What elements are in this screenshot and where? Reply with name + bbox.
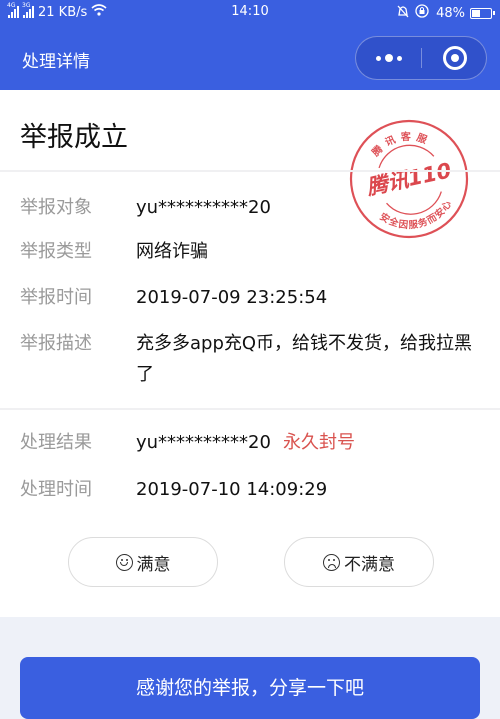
process-time-value: 2019-07-10 14:09:29 bbox=[136, 479, 328, 500]
satisfied-button[interactable]: 满意 bbox=[68, 537, 218, 587]
more-dot-icon bbox=[384, 54, 393, 62]
battery-fill bbox=[472, 9, 481, 17]
more-button[interactable] bbox=[356, 37, 421, 79]
page-title: 举报成立 bbox=[20, 122, 128, 153]
ban-status-badge: 永久封号 bbox=[282, 432, 355, 453]
report-description-row: 举报描述 充多多app充Q币，给钱不发货，给我拉黑了 bbox=[20, 328, 481, 390]
report-type-row: 举报类型 网络诈骗 bbox=[20, 236, 481, 267]
detail-card: 举报成立 腾讯客服 腾讯110 安全因服务而安心 举报对象 yu********… bbox=[0, 90, 500, 617]
result-value-wrap: yu**********20 永久封号 bbox=[136, 427, 481, 458]
report-description-value: 充多多app充Q币，给钱不发货，给我拉黑了 bbox=[136, 333, 473, 385]
divider bbox=[0, 170, 500, 172]
nav-title: 处理详情 bbox=[22, 52, 90, 72]
rotation-lock-icon bbox=[415, 4, 431, 22]
share-button[interactable]: 感谢您的举报，分享一下吧 bbox=[20, 657, 480, 719]
status-right: 48% bbox=[396, 4, 495, 22]
satisfied-label: 满意 bbox=[136, 554, 171, 575]
process-time-row: 处理时间 2019-07-10 14:09:29 bbox=[20, 474, 481, 505]
close-miniprogram-icon[interactable] bbox=[443, 46, 467, 70]
battery-icon bbox=[470, 7, 495, 19]
nav-bar: 处理详情 bbox=[0, 25, 500, 90]
report-time-value: 2019-07-09 23:25:54 bbox=[136, 287, 328, 308]
battery-percent: 48% bbox=[436, 5, 465, 21]
report-time-label: 举报时间 bbox=[20, 287, 92, 308]
report-target-row: 举报对象 yu**********20 bbox=[20, 192, 481, 223]
report-target-value: yu**********20 bbox=[136, 197, 271, 218]
svg-text:腾讯客服: 腾讯客服 bbox=[366, 124, 436, 161]
report-type-value: 网络诈骗 bbox=[136, 241, 208, 262]
process-time-label: 处理时间 bbox=[20, 479, 92, 500]
miniprogram-capsule bbox=[355, 36, 487, 80]
capsule-divider bbox=[421, 48, 422, 68]
divider bbox=[0, 408, 500, 410]
stamp-top-text: 腾讯客服 bbox=[366, 124, 436, 161]
result-label: 处理结果 bbox=[20, 432, 92, 453]
report-type-label: 举报类型 bbox=[20, 241, 92, 262]
more-dot-icon bbox=[375, 55, 381, 61]
report-description-label: 举报描述 bbox=[20, 333, 92, 354]
unsatisfied-button[interactable]: 不满意 bbox=[284, 537, 434, 587]
mute-bell-icon bbox=[396, 4, 410, 22]
result-row: 处理结果 yu**********20 永久封号 bbox=[20, 427, 481, 458]
smile-icon bbox=[115, 553, 133, 571]
frown-icon bbox=[323, 553, 340, 571]
more-dot-icon bbox=[396, 55, 402, 61]
result-account: yu**********20 bbox=[136, 432, 271, 453]
tencent-110-stamp-icon: 腾讯客服 腾讯110 安全因服务而安心 bbox=[349, 119, 469, 238]
status-bar: 4G 3G 21 KB/s 14:10 48% bbox=[0, 0, 500, 25]
report-target-label: 举报对象 bbox=[20, 197, 92, 218]
report-time-row: 举报时间 2019-07-09 23:25:54 bbox=[20, 282, 481, 313]
unsatisfied-label: 不满意 bbox=[344, 554, 395, 575]
